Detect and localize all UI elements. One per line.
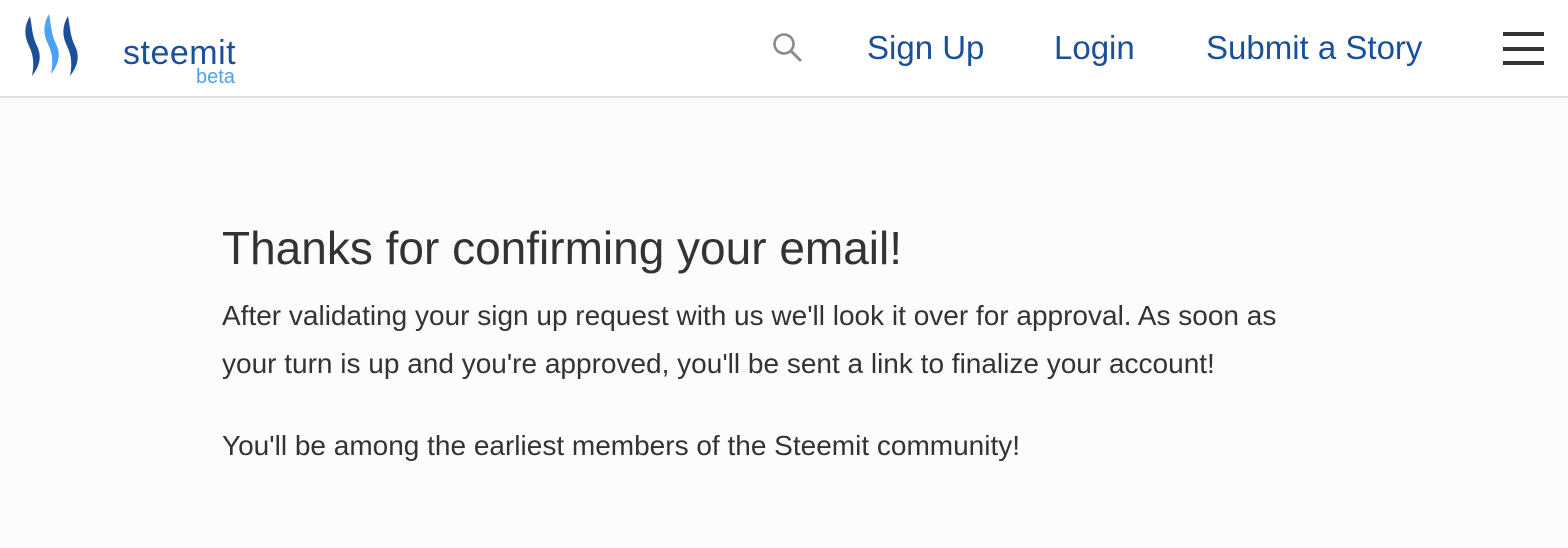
site-header: steemit beta Sign Up Login Submit a Stor… <box>0 0 1568 98</box>
page-title: Thanks for confirming your email! <box>222 222 903 274</box>
search-icon[interactable] <box>770 30 804 64</box>
hamburger-menu-icon[interactable] <box>1503 32 1545 68</box>
login-link[interactable]: Login <box>1054 28 1135 68</box>
brand-beta-tag: beta <box>196 66 235 88</box>
menu-bar-bottom <box>1503 61 1544 65</box>
main-content: Thanks for confirming your email! After … <box>222 220 1332 470</box>
menu-bar-top <box>1503 32 1544 36</box>
submit-story-link[interactable]: Submit a Story <box>1206 28 1422 68</box>
approval-message: After validating your sign up request wi… <box>222 300 1277 379</box>
brand-name: steemit <box>123 34 237 72</box>
menu-bar-middle <box>1503 47 1544 51</box>
steemit-logo-icon <box>25 14 78 76</box>
sign-up-link[interactable]: Sign Up <box>867 28 984 68</box>
community-message: You'll be among the earliest members of … <box>222 430 1021 461</box>
steemit-logo-link[interactable]: steemit beta <box>22 12 262 92</box>
